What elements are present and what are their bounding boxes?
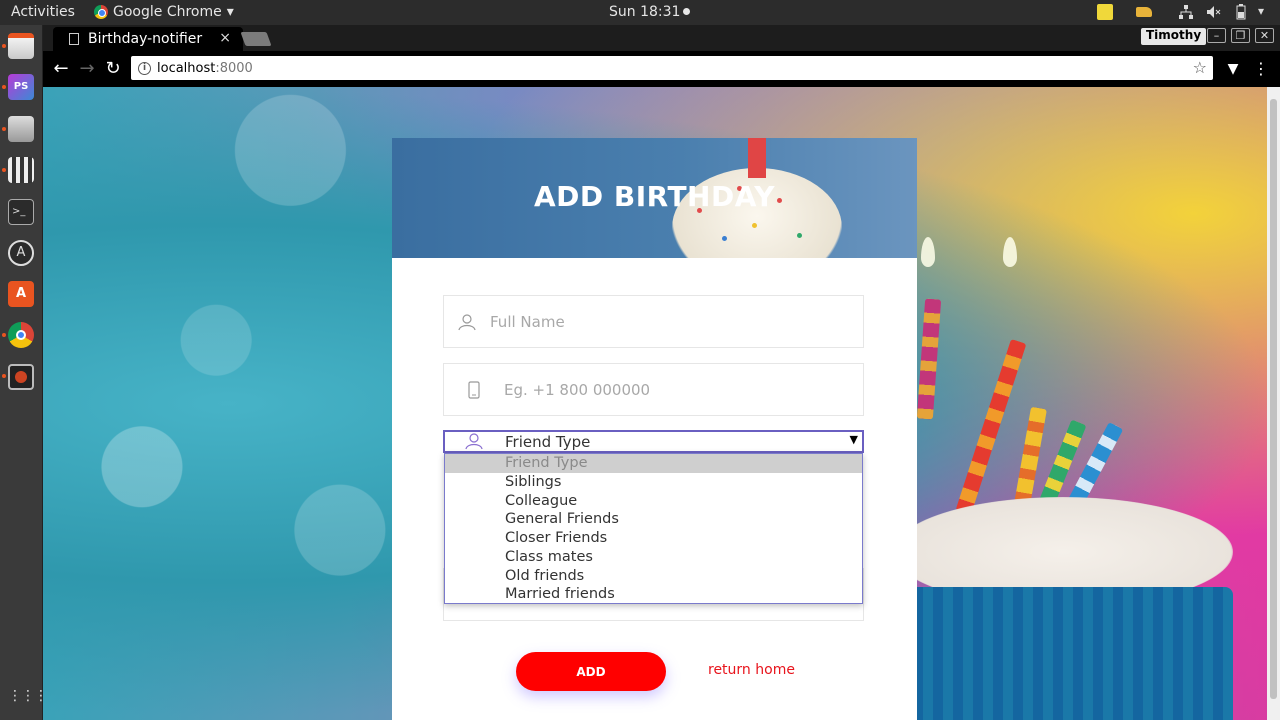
tab-birthday-notifier[interactable]: Birthday-notifier ×	[53, 27, 243, 51]
files-icon[interactable]	[8, 33, 34, 59]
page-title: ADD BIRTHDAY	[533, 180, 775, 213]
battery-icon[interactable]	[1233, 4, 1249, 20]
browser-toolbar: ← → ↻ i localhost:8000 ☆ ▼ ⋮	[43, 51, 1280, 87]
friend-type-selected: Friend Type	[505, 433, 591, 451]
option-closer-friends[interactable]: Closer Friends	[445, 529, 862, 548]
add-birthday-card: ADD BIRTHDAY Friend Type ▼	[392, 138, 917, 720]
terminal-icon[interactable]: >_	[8, 199, 34, 225]
sprinkle	[752, 223, 757, 228]
extension-icon[interactable]: ▼	[1223, 59, 1243, 79]
url-host: localhost	[157, 60, 216, 76]
new-tab-button[interactable]	[240, 32, 272, 46]
running-indicator	[2, 44, 6, 48]
user-icon	[465, 432, 483, 454]
return-home-link[interactable]: return home	[708, 662, 795, 678]
tab-title: Birthday-notifier	[88, 31, 203, 47]
option-old-friends[interactable]: Old friends	[445, 567, 862, 586]
flame-decoration	[1003, 237, 1017, 267]
option-siblings[interactable]: Siblings	[445, 473, 862, 492]
show-applications-icon[interactable]: ⋮⋮⋮	[8, 688, 48, 706]
card-header: ADD BIRTHDAY	[392, 138, 917, 258]
reload-icon[interactable]: ↻	[103, 59, 123, 79]
system-menu-icon[interactable]: ▾	[1258, 4, 1274, 20]
folder-tray-icon[interactable]	[1136, 7, 1152, 17]
close-window-icon[interactable]: ✕	[1255, 28, 1274, 43]
back-arrow-icon[interactable]: ←	[51, 59, 71, 79]
sprinkle	[797, 233, 802, 238]
page-scrollbar[interactable]	[1267, 87, 1280, 720]
restore-icon[interactable]: ❐	[1231, 28, 1250, 43]
screen-recorder-icon[interactable]	[8, 364, 34, 390]
phone-input[interactable]	[504, 380, 844, 399]
forward-arrow-icon[interactable]: →	[77, 59, 97, 79]
app-menu-label: Google Chrome	[113, 4, 222, 20]
profile-button[interactable]: Timothy	[1141, 28, 1207, 45]
software-center-icon[interactable]: A	[8, 281, 34, 307]
option-friend-type[interactable]: Friend Type	[445, 454, 862, 473]
running-indicator	[2, 374, 6, 378]
page-icon	[69, 33, 79, 45]
dropdown-caret-icon: ▼	[849, 433, 858, 446]
activities-button[interactable]: Activities	[11, 4, 75, 20]
close-tab-icon[interactable]: ×	[219, 30, 231, 46]
phpstorm-icon[interactable]: PS	[8, 74, 34, 100]
app-menu[interactable]: Google Chrome ▾	[94, 4, 234, 20]
installer-icon[interactable]	[8, 116, 34, 142]
clock-label: Sun 18:31	[609, 4, 681, 20]
chrome-icon	[94, 5, 108, 19]
browser-window: Birthday-notifier × Timothy – ❐ ✕ ← → ↻ …	[43, 25, 1280, 720]
option-colleague[interactable]: Colleague	[445, 492, 862, 511]
scrollbar-thumb[interactable]	[1270, 99, 1277, 699]
url-port: :8000	[215, 60, 253, 76]
add-button[interactable]: ADD	[516, 652, 666, 691]
running-indicator	[2, 168, 6, 172]
volume-muted-icon[interactable]	[1205, 4, 1221, 20]
running-indicator	[2, 333, 6, 337]
candle-decoration	[916, 298, 942, 420]
mobile-phone-icon	[444, 380, 504, 399]
chevron-down-icon: ▾	[226, 4, 234, 20]
gnome-top-bar: Activities Google Chrome ▾ Sun 18:31 ▾	[0, 0, 1280, 25]
option-married-friends[interactable]: Married friends	[445, 585, 862, 604]
full-name-field[interactable]	[443, 295, 864, 348]
info-icon[interactable]: i	[138, 61, 151, 75]
sprinkle	[722, 236, 727, 241]
notification-dot-icon	[683, 8, 691, 15]
network-icon[interactable]	[1178, 4, 1194, 20]
phone-field[interactable]	[443, 363, 864, 416]
minimize-icon[interactable]: –	[1207, 28, 1226, 43]
chrome-icon[interactable]	[8, 322, 34, 348]
cupcake-decoration	[903, 587, 1233, 720]
running-indicator	[2, 85, 6, 89]
tab-strip: Birthday-notifier × Timothy – ❐ ✕	[43, 25, 1280, 51]
dock: PS >_ A A ⋮⋮⋮	[0, 25, 48, 720]
address-bar[interactable]: i localhost:8000 ☆	[131, 56, 1213, 80]
software-updater-icon[interactable]: A	[8, 240, 34, 266]
notes-tray-icon[interactable]	[1097, 4, 1113, 20]
user-icon	[444, 313, 490, 331]
page-viewport: ADD BIRTHDAY Friend Type ▼	[43, 87, 1280, 720]
clock[interactable]: Sun 18:31	[609, 4, 691, 20]
flame-decoration	[921, 237, 935, 267]
menu-kebab-icon[interactable]: ⋮	[1251, 59, 1271, 79]
full-name-input[interactable]	[490, 312, 830, 331]
bookmark-star-icon[interactable]: ☆	[1193, 58, 1207, 77]
option-class-mates[interactable]: Class mates	[445, 548, 862, 567]
friend-type-select[interactable]: Friend Type ▼	[443, 430, 864, 453]
friend-type-options: Friend Type Siblings Colleague General F…	[444, 453, 863, 604]
running-indicator	[2, 127, 6, 131]
option-general-friends[interactable]: General Friends	[445, 510, 862, 529]
video-editor-icon[interactable]	[8, 157, 34, 183]
candle-image	[748, 138, 766, 178]
